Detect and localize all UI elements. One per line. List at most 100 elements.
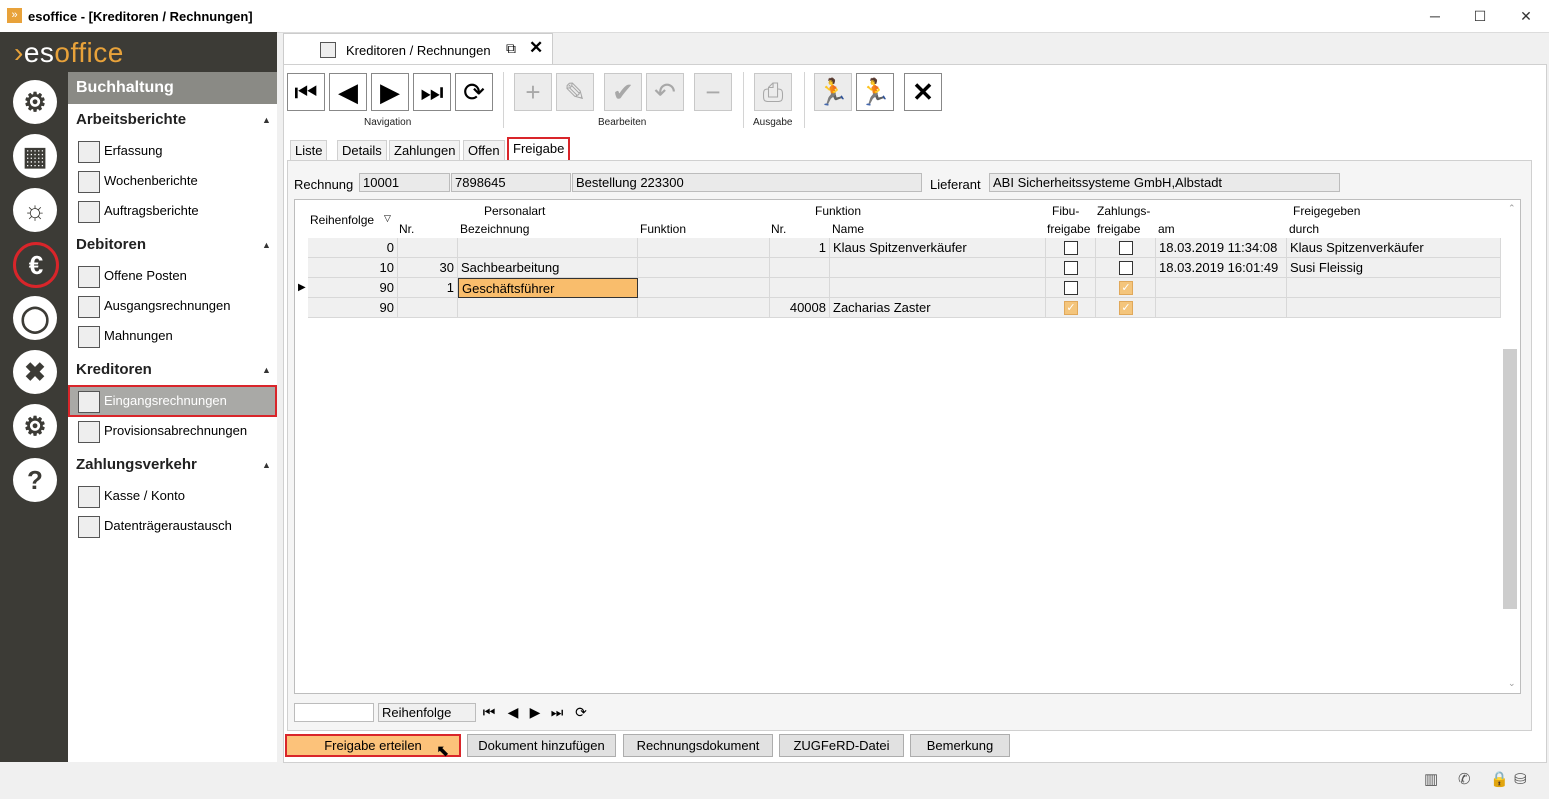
header-funktion-sub[interactable]: Funktion [640, 222, 686, 236]
popout-icon[interactable]: ⧉ [506, 40, 516, 57]
section-zahlungsverkehr[interactable]: Zahlungsverkehr [76, 456, 197, 473]
cell-reihenfolge[interactable]: 90 [308, 298, 398, 318]
cell-nr[interactable]: 1 [770, 238, 830, 258]
header-zahlung-2[interactable]: freigabe [1097, 222, 1140, 236]
rail-alarm-icon[interactable]: ☼ [13, 188, 57, 232]
cell-durch[interactable] [1287, 278, 1501, 298]
undo-button[interactable]: ↶ [646, 73, 684, 111]
runner-icon-disabled[interactable]: 🏃 [814, 73, 852, 111]
cell-funktion[interactable] [638, 258, 770, 278]
rechnungsdokument-button[interactable]: Rechnungsdokument [623, 734, 773, 757]
cell-zahl[interactable] [1096, 238, 1156, 258]
nav-item-auftragsberichte[interactable]: Auftragsberichte [104, 203, 199, 218]
tab-liste[interactable]: Liste [290, 140, 328, 160]
delete-button[interactable]: − [694, 73, 732, 111]
runner-icon[interactable]: 🏃 [856, 73, 894, 111]
header-nr2[interactable]: Nr. [771, 222, 786, 236]
rail-tools-icon[interactable]: ✖ [13, 350, 57, 394]
close-tab-icon[interactable]: ✕ [529, 38, 543, 58]
zugferd-button[interactable]: ZUGFeRD-Datei [779, 734, 904, 757]
vertical-scrollbar[interactable] [1503, 349, 1517, 609]
checkbox-icon[interactable] [1119, 241, 1133, 255]
cell-name[interactable]: Klaus Spitzenverkäufer [830, 238, 1046, 258]
rail-help-icon[interactable]: ? [13, 458, 57, 502]
cell-am[interactable]: 18.03.2019 11:34:08 [1156, 238, 1287, 258]
add-button[interactable]: + [514, 73, 552, 111]
nav-item-offene-posten[interactable]: Offene Posten [104, 268, 187, 283]
cell-bez[interactable]: Sachbearbeitung [458, 258, 638, 278]
cell-durch[interactable]: Susi Fleissig [1287, 258, 1501, 278]
edit-button[interactable]: ✎ [556, 73, 594, 111]
nav-item-datentraegeraustausch[interactable]: Datenträgeraustausch [104, 518, 232, 533]
cell-reihenfolge[interactable]: 10 [308, 258, 398, 278]
cell-durch[interactable]: Klaus Spitzenverkäufer [1287, 238, 1501, 258]
header-name[interactable]: Name [832, 222, 864, 236]
grid-first-icon[interactable]: ⏮ [479, 703, 499, 722]
cancel-button[interactable]: ✕ [904, 73, 942, 111]
first-record-button[interactable]: ⏮ [287, 73, 325, 111]
last-record-button[interactable]: ⏭ [413, 73, 451, 111]
rail-headset-icon[interactable]: ◯ [13, 296, 57, 340]
checkbox-checked-icon[interactable]: ✓ [1064, 301, 1078, 315]
cell-reihenfolge[interactable]: 0 [308, 238, 398, 258]
rail-helm-icon[interactable]: ⚙ [13, 80, 57, 124]
cell-fibu[interactable] [1046, 278, 1096, 298]
header-fibu-2[interactable]: freigabe [1047, 222, 1090, 236]
cell-bez[interactable] [458, 298, 638, 318]
header-am[interactable]: am [1158, 222, 1175, 236]
scroll-down-icon[interactable]: ⌄ [1508, 678, 1516, 689]
minimize-button[interactable]: ─ [1412, 0, 1458, 32]
cell-pnr[interactable] [398, 238, 458, 258]
cell-bez[interactable] [458, 238, 638, 258]
cell-nr[interactable] [770, 278, 830, 298]
save-button[interactable]: ✔ [604, 73, 642, 111]
checkbox-checked-icon[interactable]: ✓ [1119, 301, 1133, 315]
cell-pnr[interactable]: 1 [398, 278, 458, 298]
cell-pnr[interactable]: 30 [398, 258, 458, 278]
cell-fibu[interactable] [1046, 258, 1096, 278]
cell-durch[interactable] [1287, 298, 1501, 318]
cell-am[interactable]: 18.03.2019 16:01:49 [1156, 258, 1287, 278]
collapse-caret-icon[interactable]: ▲ [262, 365, 271, 375]
cell-pnr[interactable] [398, 298, 458, 318]
close-window-button[interactable]: ✕ [1503, 0, 1549, 32]
cell-am[interactable] [1156, 278, 1287, 298]
cell-fibu[interactable]: ✓ [1046, 298, 1096, 318]
cell-am[interactable] [1156, 298, 1287, 318]
checkbox-checked-icon[interactable]: ✓ [1119, 281, 1133, 295]
cell-funktion[interactable] [638, 298, 770, 318]
dokument-hinzufuegen-button[interactable]: Dokument hinzufügen [467, 734, 616, 757]
bemerkung-button[interactable]: Bemerkung [910, 734, 1010, 757]
cell-name[interactable] [830, 278, 1046, 298]
cell-reihenfolge[interactable]: 90 [308, 278, 398, 298]
checkbox-icon[interactable] [1119, 261, 1133, 275]
nav-item-provisionsabrechnungen[interactable]: Provisionsabrechnungen [104, 423, 247, 438]
nav-item-ausgangsrechnungen[interactable]: Ausgangsrechnungen [104, 298, 231, 313]
checkbox-icon[interactable] [1064, 261, 1078, 275]
nav-item-mahnungen[interactable]: Mahnungen [104, 328, 173, 343]
sort-field[interactable]: Reihenfolge [378, 703, 476, 722]
grid-next-icon[interactable]: ▶ [525, 703, 545, 722]
section-arbeitsberichte[interactable]: Arbeitsberichte [76, 111, 186, 128]
section-debitoren[interactable]: Debitoren [76, 236, 146, 253]
tab-offen[interactable]: Offen [463, 140, 505, 160]
cell-nr[interactable]: 40008 [770, 298, 830, 318]
collapse-caret-icon[interactable]: ▲ [262, 240, 271, 250]
header-nr[interactable]: Nr. [399, 222, 414, 236]
rail-settings-icon[interactable]: ⚙ [13, 404, 57, 448]
scroll-up-icon[interactable]: ⌃ [1508, 203, 1516, 214]
filter-field[interactable] [294, 703, 374, 722]
header-durch[interactable]: durch [1289, 222, 1319, 236]
print-button[interactable]: ⎙ [754, 73, 792, 111]
nav-item-erfassung[interactable]: Erfassung [104, 143, 163, 158]
section-kreditoren[interactable]: Kreditoren [76, 361, 152, 378]
checkbox-icon[interactable] [1064, 281, 1078, 295]
prev-record-button[interactable]: ◀ [329, 73, 367, 111]
header-reihenfolge[interactable]: Reihenfolge [310, 213, 374, 227]
collapse-caret-icon[interactable]: ▲ [262, 460, 271, 470]
nav-item-kasse-konto[interactable]: Kasse / Konto [104, 488, 185, 503]
checkbox-icon[interactable] [1064, 241, 1078, 255]
freigabe-erteilen-button[interactable]: Freigabe erteilen [285, 734, 461, 757]
header-bezeichnung[interactable]: Bezeichnung [460, 222, 529, 236]
cell-zahl[interactable]: ✓ [1096, 278, 1156, 298]
